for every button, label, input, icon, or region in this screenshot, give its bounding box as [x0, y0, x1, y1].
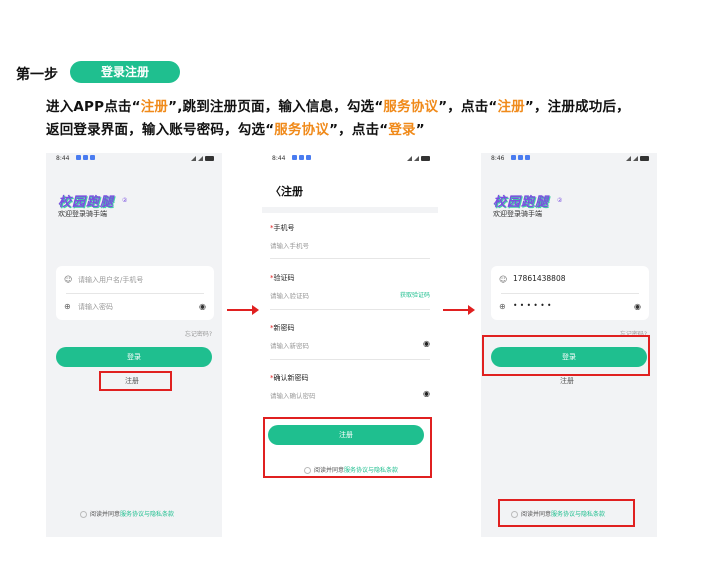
arrow-right-icon: [227, 305, 259, 315]
instruction-highlight: 注册: [140, 99, 169, 115]
app-notification-icon: [292, 155, 297, 160]
page-title-text: 注册: [281, 185, 303, 198]
app-logo: 校园跑腿: [58, 195, 115, 210]
app-notification-icon: [525, 155, 530, 160]
new-password-input[interactable]: 请输入新密码: [270, 340, 309, 350]
agree-checkbox[interactable]: [80, 511, 87, 518]
divider: [270, 309, 430, 310]
instruction-text: 进入APP点击“: [46, 99, 141, 115]
divider: [270, 359, 430, 360]
phone-login-screen: 8:44 校园跑腿 ② 欢迎登录骑手端 ☺ 请输入用户名/手机号 ⊕ 请输入密码…: [46, 153, 222, 537]
eye-icon[interactable]: ◉: [423, 389, 430, 398]
password-input[interactable]: • • • • • •: [513, 301, 551, 310]
logo-badge: ②: [557, 197, 563, 204]
app-notification-icon: [83, 155, 88, 160]
instruction-text: ”: [415, 122, 425, 138]
status-icons: [405, 155, 430, 162]
eye-icon[interactable]: ◉: [423, 339, 430, 348]
lock-icon: ⊕: [499, 302, 506, 311]
annotation-box-login-button: [482, 335, 650, 376]
login-button[interactable]: 登录: [56, 347, 212, 367]
instruction-text: ”，点击“: [329, 122, 389, 138]
status-icons: [189, 155, 214, 162]
code-label: *验证码: [270, 274, 295, 282]
chevron-left-icon[interactable]: 〈: [270, 185, 281, 198]
username-field[interactable]: ☺ 请输入用户名/手机号: [56, 267, 214, 293]
annotation-box-register-button: [263, 417, 432, 478]
username-input[interactable]: 17861438808: [513, 274, 566, 283]
password-field[interactable]: ⊕ 请输入密码 ◉: [56, 294, 214, 320]
app-notification-icon: [518, 155, 523, 160]
agree-text: 阅读并同意: [90, 511, 121, 518]
instruction-text: ”，点击“: [438, 99, 498, 115]
app-logo: 校园跑腿: [493, 195, 550, 210]
confirm-password-input[interactable]: 请输入确认密码: [270, 390, 316, 400]
app-notification-icon: [90, 155, 95, 160]
phone-label: *手机号: [270, 224, 295, 232]
instruction-highlight: 服务协议: [274, 122, 330, 138]
user-icon: ☺: [64, 275, 73, 284]
instruction-highlight: 注册: [497, 99, 525, 115]
arrow-right-icon: [443, 305, 475, 315]
annotation-box-agreement: [498, 499, 635, 527]
instruction-text: ”，注册成功后，: [524, 99, 630, 115]
signal-icon: [626, 156, 631, 161]
phone-register-screen: 8:44 〈注册 *手机号 请输入手机号 *验证码 请输入验证码 获取验证码 *…: [262, 153, 438, 537]
login-form-card: ☺ 请输入用户名/手机号 ⊕ 请输入密码 ◉: [56, 266, 214, 320]
wifi-icon: [198, 156, 203, 161]
app-notification-icon: [306, 155, 311, 160]
status-time: 8:44: [56, 155, 70, 162]
password-input[interactable]: 请输入密码: [78, 302, 113, 312]
username-field[interactable]: ☺ 17861438808: [491, 267, 649, 293]
instruction-line-1: 进入APP点击“注册”,跳到注册页面，输入信息，勾选“服务协议”，点击“注册”，…: [46, 95, 630, 115]
eye-icon[interactable]: ◉: [634, 302, 641, 311]
signal-icon: [407, 156, 412, 161]
status-bar: 8:44: [262, 153, 438, 163]
annotation-box-register: [99, 371, 172, 391]
step-title: 第一步: [16, 67, 58, 83]
app-notification-icon: [511, 155, 516, 160]
instruction-text: 返回登录界面，输入账号密码，勾选“: [46, 122, 275, 138]
divider: [270, 258, 430, 259]
battery-icon: [205, 156, 214, 161]
separator: [262, 207, 438, 213]
confirm-password-label: *确认新密码: [270, 374, 309, 382]
welcome-text: 欢迎登录骑手端: [58, 210, 107, 218]
page-title[interactable]: 〈注册: [270, 183, 303, 199]
app-notification-icon: [76, 155, 81, 160]
phone-input[interactable]: 请输入手机号: [270, 240, 309, 250]
username-input[interactable]: 请输入用户名/手机号: [78, 275, 143, 285]
battery-icon: [640, 156, 649, 161]
code-input[interactable]: 请输入验证码: [270, 290, 309, 300]
wifi-icon: [633, 156, 638, 161]
get-code-button[interactable]: 获取验证码: [400, 290, 430, 299]
instruction-highlight: 登录: [388, 122, 416, 138]
status-time: 8:46: [491, 155, 505, 162]
app-notification-icon: [299, 155, 304, 160]
instruction-highlight: 服务协议: [383, 99, 439, 115]
status-bar: 8:46: [481, 153, 657, 163]
step-pill: 登录注册: [70, 61, 180, 83]
signal-icon: [191, 156, 196, 161]
lock-icon: ⊕: [64, 302, 71, 311]
agreement-row[interactable]: 阅读并同意服务协议与隐私条款: [80, 509, 174, 518]
agree-link[interactable]: 服务协议与隐私条款: [120, 511, 174, 518]
password-field[interactable]: ⊕ • • • • • • ◉: [491, 294, 649, 320]
instruction-text: ”,跳到注册页面，输入信息，勾选“: [168, 99, 384, 115]
new-password-label: *新密码: [270, 324, 295, 332]
status-bar: 8:44: [46, 153, 222, 163]
wifi-icon: [414, 156, 419, 161]
logo-badge: ②: [122, 197, 128, 204]
status-icons: [624, 155, 649, 162]
user-icon: ☺: [499, 275, 508, 284]
battery-icon: [421, 156, 430, 161]
instruction-line-2: 返回登录界面，输入账号密码，勾选“服务协议”，点击“登录”: [46, 118, 425, 138]
welcome-text: 欢迎登录骑手端: [493, 210, 542, 218]
forgot-password-link[interactable]: 忘记密码?: [185, 329, 212, 338]
register-link[interactable]: 注册: [537, 376, 597, 386]
status-time: 8:44: [272, 155, 286, 162]
login-form-card: ☺ 17861438808 ⊕ • • • • • • ◉: [491, 266, 649, 320]
eye-icon[interactable]: ◉: [199, 302, 206, 311]
